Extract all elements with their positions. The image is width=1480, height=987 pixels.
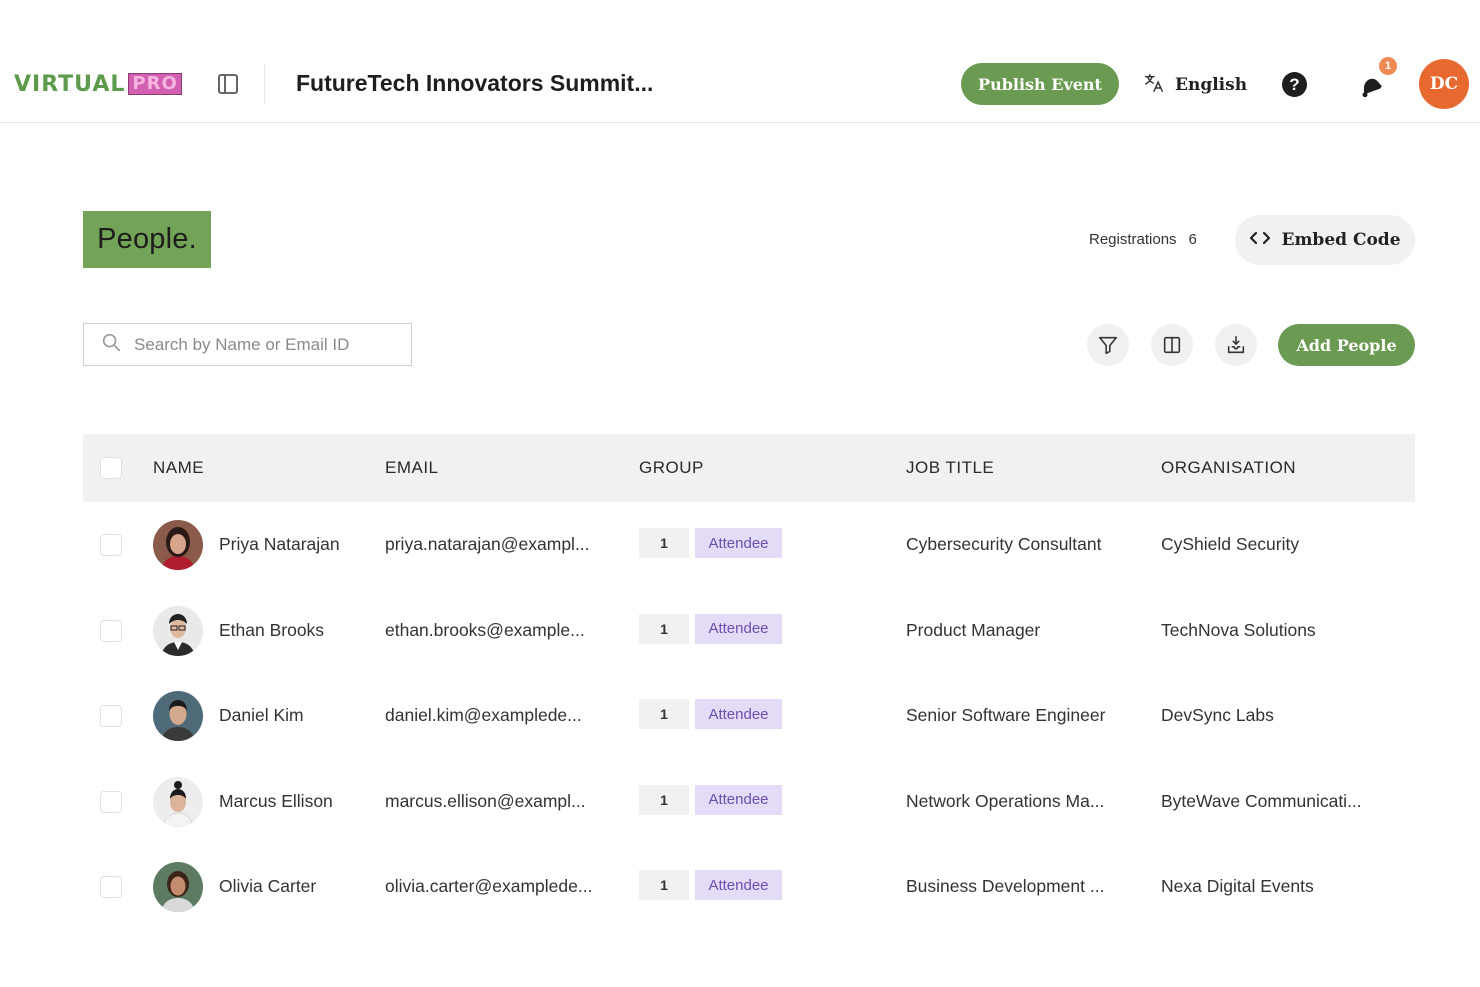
- person-avatar: [153, 520, 203, 570]
- organisation: ByteWave Communicati...: [1161, 790, 1362, 811]
- column-header-email[interactable]: EMAIL: [385, 458, 439, 478]
- job-title: Product Manager: [906, 619, 1041, 640]
- group-count: 1: [639, 784, 689, 815]
- table-row[interactable]: Ethan Brooks ethan.brooks@example... 1 A…: [83, 588, 1415, 674]
- viewport-cutoff: [0, 930, 1480, 987]
- row-checkbox[interactable]: [100, 876, 122, 899]
- organisation: TechNova Solutions: [1161, 619, 1316, 640]
- table-row[interactable]: Marcus Ellison marcus.ellison@exampl... …: [83, 759, 1415, 845]
- virtual-pro-logo[interactable]: VIRTUAL PRO: [14, 71, 182, 97]
- header-divider: [264, 64, 265, 104]
- person-name: Priya Natarajan: [219, 534, 340, 554]
- group-count: 1: [639, 699, 689, 730]
- logo-text-secondary: PRO: [128, 73, 182, 95]
- add-people-button[interactable]: Add People: [1278, 324, 1415, 366]
- embed-code-label: Embed Code: [1281, 230, 1401, 250]
- row-checkbox[interactable]: [100, 619, 122, 642]
- row-checkbox[interactable]: [100, 534, 122, 556]
- job-title: Network Operations Ma...: [906, 790, 1105, 811]
- translate-icon: [1143, 72, 1165, 99]
- person-email: priya.natarajan@exampl...: [385, 534, 590, 554]
- organisation: Nexa Digital Events: [1161, 876, 1314, 897]
- search-box: [83, 323, 412, 366]
- table-row[interactable]: Olivia Carter olivia.carter@examplede...…: [83, 844, 1415, 930]
- group-count: 1: [639, 613, 689, 644]
- group-tag: Attendee: [695, 528, 782, 558]
- group-count: 1: [639, 528, 689, 558]
- person-name: Marcus Ellison: [219, 790, 333, 811]
- notification-bell-icon[interactable]: [1355, 71, 1385, 101]
- filter-icon: [1098, 336, 1118, 355]
- notification-badge: 1: [1377, 55, 1399, 77]
- person-email: marcus.ellison@exampl...: [385, 790, 586, 811]
- person-avatar: [153, 862, 203, 913]
- person-email: ethan.brooks@example...: [385, 619, 585, 640]
- language-label: English: [1175, 75, 1248, 95]
- table-row[interactable]: Daniel Kim daniel.kim@examplede... 1 Att…: [83, 673, 1415, 759]
- search-input[interactable]: [134, 334, 394, 355]
- person-email: olivia.carter@examplede...: [385, 876, 593, 897]
- export-icon: [1227, 335, 1245, 354]
- search-icon: [100, 331, 122, 358]
- columns-button[interactable]: [1151, 324, 1193, 366]
- sidebar-toggle-icon[interactable]: [216, 72, 240, 96]
- job-title: Senior Software Engineer: [906, 705, 1106, 726]
- select-all-checkbox[interactable]: [100, 457, 122, 479]
- person-avatar: [153, 776, 203, 827]
- job-title: Cybersecurity Consultant: [906, 534, 1102, 554]
- row-checkbox[interactable]: [100, 790, 122, 813]
- person-avatar: [153, 605, 203, 656]
- organisation: CyShield Security: [1161, 534, 1300, 554]
- export-button[interactable]: [1215, 324, 1257, 366]
- registrations-count: Registrations 6: [1089, 231, 1197, 248]
- table-row[interactable]: Priya Natarajan priya.natarajan@exampl..…: [83, 502, 1415, 588]
- group-count: 1: [639, 870, 689, 901]
- page-title: People.: [83, 211, 211, 268]
- user-avatar[interactable]: DC: [1419, 59, 1469, 109]
- job-title: Business Development ...: [906, 876, 1105, 897]
- embed-code-button[interactable]: Embed Code: [1235, 215, 1415, 265]
- group-tag: Attendee: [695, 784, 782, 815]
- person-email: daniel.kim@examplede...: [385, 705, 582, 726]
- registrations-label: Registrations: [1089, 231, 1177, 248]
- table-header: NAME EMAIL GROUP JOB TITLE ORGANISATION: [83, 434, 1415, 502]
- language-selector[interactable]: English: [1143, 72, 1247, 98]
- code-icon: [1249, 229, 1271, 252]
- columns-icon: [1163, 336, 1181, 354]
- person-name: Olivia Carter: [219, 876, 317, 897]
- column-header-group[interactable]: GROUP: [639, 458, 704, 478]
- person-name: Daniel Kim: [219, 705, 304, 726]
- row-checkbox[interactable]: [100, 705, 122, 728]
- people-table: NAME EMAIL GROUP JOB TITLE ORGANISATION …: [83, 434, 1415, 930]
- event-title: FutureTech Innovators Summit...: [296, 70, 654, 96]
- registrations-value: 6: [1188, 231, 1197, 248]
- organisation: DevSync Labs: [1161, 705, 1274, 726]
- filter-button[interactable]: [1087, 324, 1129, 366]
- group-tag: Attendee: [695, 613, 782, 644]
- logo-text-primary: VIRTUAL: [14, 71, 126, 97]
- group-tag: Attendee: [695, 699, 782, 730]
- column-header-job-title[interactable]: JOB TITLE: [906, 458, 994, 478]
- person-name: Ethan Brooks: [219, 619, 325, 640]
- help-icon[interactable]: ?: [1282, 72, 1307, 97]
- column-header-organisation[interactable]: ORGANISATION: [1161, 458, 1296, 478]
- publish-event-button[interactable]: Publish Event: [961, 63, 1119, 105]
- top-navigation-bar: VIRTUAL PRO FutureTech Innovators Summit…: [0, 44, 1480, 123]
- group-tag: Attendee: [695, 870, 782, 901]
- column-header-name[interactable]: NAME: [153, 458, 204, 478]
- person-avatar: [153, 691, 203, 742]
